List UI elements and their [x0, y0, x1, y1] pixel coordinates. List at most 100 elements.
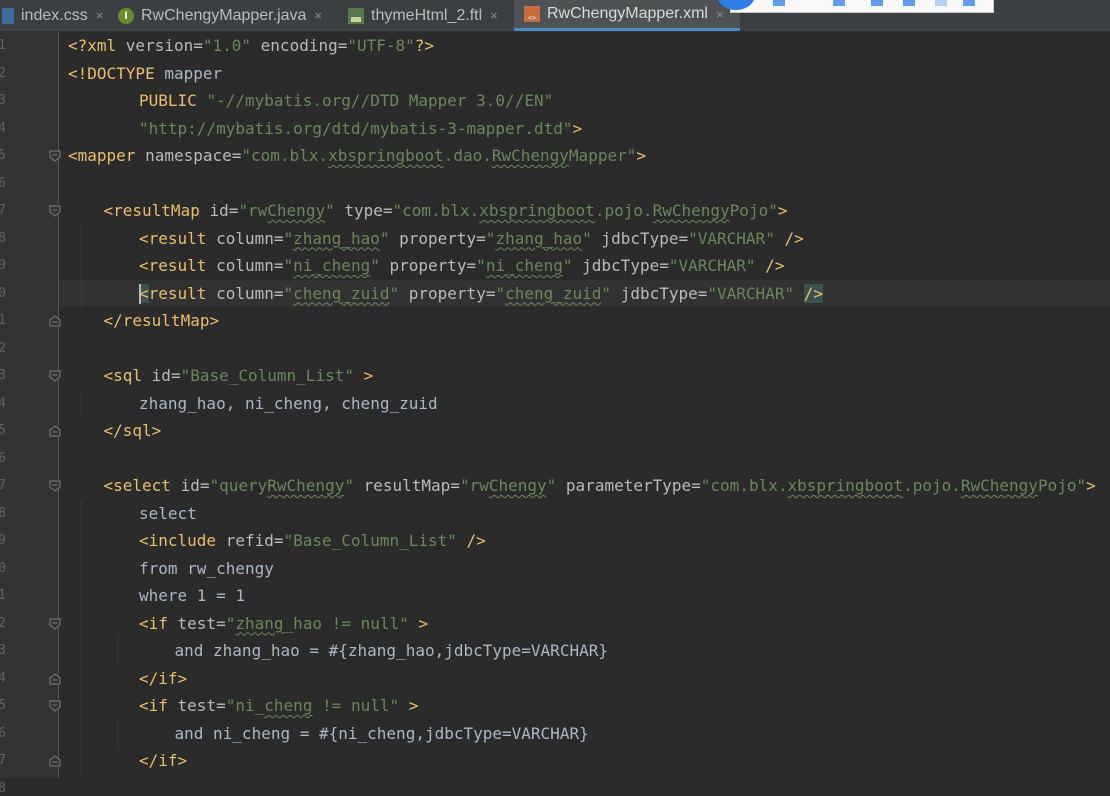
code-token: jdbcType= [591, 228, 689, 248]
floating-toolbar[interactable] [717, 0, 994, 13]
toolbar-tool-icon[interactable] [773, 0, 785, 6]
code-line[interactable]: <select id="queryRwChengy" resultMap="rw… [104, 472, 1096, 499]
line-number-gutter[interactable]: 1 2 3 4 5 6 7 8 9 0 1 2 3 4 5 6 7 8 9 0 1 2 3 4 5 6 7 8 [0, 32, 61, 796]
tab-label: RwChengyMapper.java [141, 6, 307, 24]
code-line[interactable]: and zhang_hao = #{zhang_hao,jdbcType=VAR… [175, 637, 608, 664]
code-token: " [370, 256, 380, 275]
code-token: <if [139, 696, 178, 715]
code-line[interactable]: "http://mybatis.org/dtd/mybatis-3-mapper… [139, 115, 582, 142]
line-number: 2 [0, 615, 6, 631]
code-token: </if> [139, 668, 188, 688]
line-number: 4 [0, 670, 6, 686]
line-number: 0 [0, 560, 6, 576]
code-line[interactable]: </if> [139, 665, 187, 692]
code-token: zhang [235, 613, 284, 633]
code-line[interactable]: <if test="ni_cheng != null" > [139, 692, 418, 719]
code-token: property= [379, 256, 477, 275]
editor-tab[interactable]: index.css × [0, 0, 110, 31]
close-tab-icon[interactable]: × [96, 8, 104, 23]
tab-label: index.css [21, 6, 88, 24]
code-line[interactable]: <result column="ni_cheng" property="ni_c… [139, 252, 784, 279]
code-token: and ni_cheng = #{ni_cheng,jdbcType=VARCH… [174, 723, 589, 743]
code-line[interactable]: <mapper namespace="com.blx.xbspringboot.… [68, 142, 646, 169]
code-line[interactable]: <?xml version="1.0" encoding="UTF-8"?> [68, 32, 434, 59]
code-token: property= [399, 283, 496, 303]
code-line[interactable]: <!DOCTYPE mapper [68, 60, 222, 87]
toolbar-tool-icon[interactable] [903, 0, 915, 6]
code-token: RwChengy [960, 476, 1038, 495]
code-line[interactable]: </resultMap> [104, 307, 220, 334]
code-token: and zhang_hao = #{zhang_hao,jdbcType=VAR… [174, 641, 608, 660]
line-number: 4 [0, 395, 6, 411]
line-number: 8 [0, 230, 6, 246]
close-tab-icon[interactable]: × [716, 7, 724, 22]
code-token: PUBLIC [139, 91, 207, 110]
code-token: column= [216, 228, 284, 248]
close-tab-icon[interactable]: × [314, 8, 322, 23]
code-token: version= [125, 36, 203, 55]
code-token: RwChengy [491, 146, 569, 165]
code-token: "VARCHAR" [668, 256, 756, 275]
code-token: cheng [264, 696, 313, 715]
code-token: > [572, 118, 583, 138]
line-number: 4 [0, 120, 6, 136]
code-token: parameterType= [556, 476, 701, 495]
code-token: id= [209, 201, 239, 220]
code-line[interactable]: <sql id="Base_Column_List" > [104, 362, 374, 389]
code-editor[interactable]: <?xml version="1.0" encoding="UTF-8"?> <!… [59, 32, 1110, 778]
line-number: 7 [0, 203, 6, 218]
code-token: > [1086, 476, 1096, 495]
code-line[interactable]: and ni_cheng = #{ni_cheng,jdbcType=VARCH… [175, 720, 589, 747]
code-token: resultMap= [353, 476, 460, 495]
code-line[interactable]: <if test="zhang_hao != null" > [139, 610, 428, 637]
line-number: 9 [0, 533, 6, 548]
code-token: xbspringboot [787, 476, 904, 495]
line-number: 7 [0, 478, 6, 493]
code-line[interactable]: zhang_hao, ni_cheng, cheng_zuid [139, 390, 438, 417]
code-token: <if [139, 613, 178, 633]
editor-tab[interactable]: RwChengyMapper.xml × [514, 0, 740, 31]
code-token: " [325, 201, 335, 220]
toolbar-tool-icon[interactable] [963, 0, 975, 6]
code-token: Mapper" [568, 146, 637, 165]
line-number: 8 [0, 780, 6, 796]
code-token: id= [151, 366, 181, 385]
tab-label: thymeHtml_2.ftl [371, 6, 483, 24]
code-token: " [225, 613, 236, 633]
code-token: cheng_zuid [505, 283, 602, 303]
code-token: " [582, 228, 592, 248]
editor-tab[interactable]: thymeHtml_2.ftl × [338, 0, 524, 31]
code-token: cheng_zuid [293, 283, 390, 303]
code-token: "ni_ [225, 696, 265, 715]
code-line[interactable]: <resultMap id="rwChengy" type="com.blx.x… [104, 197, 788, 224]
code-line[interactable]: <include refid="Base_Column_List" /> [139, 527, 486, 554]
code-token: property= [389, 228, 486, 248]
line-number: 1 [0, 588, 6, 603]
code-line[interactable]: PUBLIC "-//mybatis.org//DTD Mapper 3.0//… [139, 87, 553, 114]
code-token: "VARCHAR" [707, 283, 795, 303]
code-token: != null" [312, 696, 400, 715]
code-token: " [562, 256, 573, 275]
code-token: .pojo. [594, 201, 653, 220]
close-tab-icon[interactable]: × [490, 8, 498, 23]
code-line[interactable]: where 1 = 1 [139, 582, 245, 609]
code-token: select [139, 503, 197, 523]
code-line[interactable]: select [139, 500, 197, 527]
editor-tab[interactable]: RwChengyMapper.java × [108, 0, 348, 31]
code-line[interactable]: <result column="zhang_hao" property="zha… [139, 225, 804, 252]
toolbar-tool-icon[interactable] [833, 0, 845, 6]
code-token: <result [139, 228, 217, 248]
code-token: <include [139, 531, 226, 550]
code-line[interactable]: </sql> [104, 417, 162, 444]
code-line[interactable]: </if> [139, 747, 187, 774]
code-token: Pojo" [729, 201, 778, 220]
code-token: RwChengy [652, 201, 730, 220]
code-token: Chengy [267, 201, 326, 220]
toolbar-tool-icon[interactable] [871, 0, 883, 6]
code-token: > [399, 696, 419, 715]
code-line[interactable]: from rw_chengy [139, 555, 274, 582]
toolbar-tool-icon[interactable] [935, 0, 947, 6]
code-token: </if> [139, 751, 188, 770]
code-line[interactable]: <result column="cheng_zuid" property="ch… [139, 280, 823, 307]
